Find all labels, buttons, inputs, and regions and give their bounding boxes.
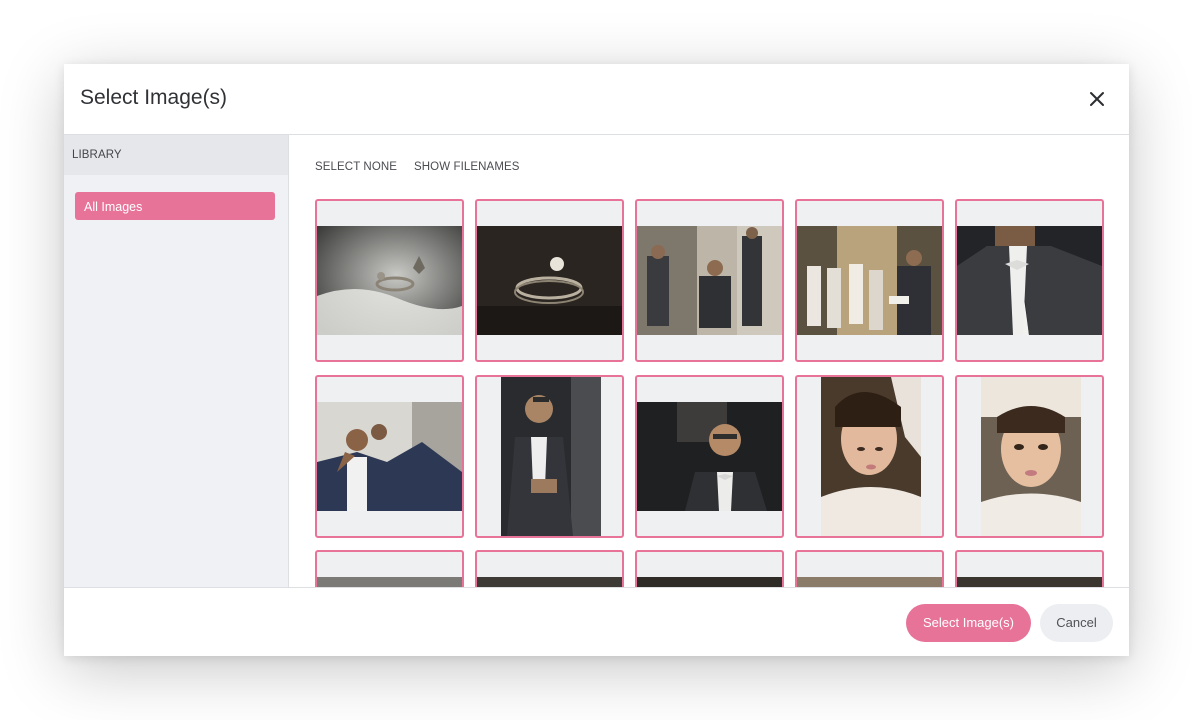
modal-title: Select Image(s) bbox=[80, 86, 228, 109]
thumbnail-image bbox=[637, 577, 782, 587]
select-images-modal: Select Image(s) LIBRARY All Images SELEC… bbox=[64, 64, 1129, 656]
image-thumb[interactable] bbox=[795, 199, 944, 362]
image-thumb[interactable] bbox=[955, 550, 1104, 587]
image-thumb[interactable] bbox=[475, 199, 624, 362]
image-thumb[interactable] bbox=[795, 375, 944, 538]
image-thumb[interactable] bbox=[475, 375, 624, 538]
close-icon[interactable] bbox=[1085, 87, 1109, 111]
thumbnail-image bbox=[317, 402, 462, 511]
thumbnail-image bbox=[821, 377, 921, 536]
modal-header: Select Image(s) bbox=[64, 64, 1129, 135]
thumbnail-image bbox=[477, 226, 622, 335]
select-images-button[interactable]: Select Image(s) bbox=[906, 604, 1031, 642]
thumbnail-image bbox=[317, 577, 462, 587]
image-thumb[interactable] bbox=[795, 550, 944, 587]
image-thumb[interactable] bbox=[315, 375, 464, 538]
thumbnail-image bbox=[477, 577, 622, 587]
image-thumb[interactable] bbox=[635, 550, 784, 587]
thumbnail-image bbox=[957, 577, 1102, 587]
image-thumb[interactable] bbox=[475, 550, 624, 587]
image-thumb[interactable] bbox=[955, 375, 1104, 538]
thumbnail-image bbox=[957, 226, 1102, 335]
image-grid-area[interactable]: SELECT NONE SHOW FILENAMES bbox=[289, 135, 1129, 587]
thumbnail-image bbox=[501, 377, 601, 536]
modal-footer: Select Image(s) Cancel bbox=[64, 587, 1129, 656]
select-none-link[interactable]: SELECT NONE bbox=[315, 161, 397, 173]
sidebar-header: LIBRARY bbox=[64, 135, 288, 175]
library-sidebar: LIBRARY All Images bbox=[64, 135, 289, 587]
thumbnail-image bbox=[797, 226, 942, 335]
show-filenames-link[interactable]: SHOW FILENAMES bbox=[414, 161, 520, 173]
thumbnail-image bbox=[981, 377, 1081, 536]
thumbnail-image bbox=[637, 226, 782, 335]
image-thumb[interactable] bbox=[955, 199, 1104, 362]
image-thumb[interactable] bbox=[635, 199, 784, 362]
thumbnail-image bbox=[797, 577, 942, 587]
thumbnail-image bbox=[317, 226, 462, 335]
image-thumb[interactable] bbox=[635, 375, 784, 538]
image-thumb[interactable] bbox=[315, 550, 464, 587]
thumbnail-image bbox=[637, 402, 782, 511]
cancel-button[interactable]: Cancel bbox=[1040, 604, 1113, 642]
sidebar-item-all-images[interactable]: All Images bbox=[75, 192, 275, 220]
image-thumb[interactable] bbox=[315, 199, 464, 362]
